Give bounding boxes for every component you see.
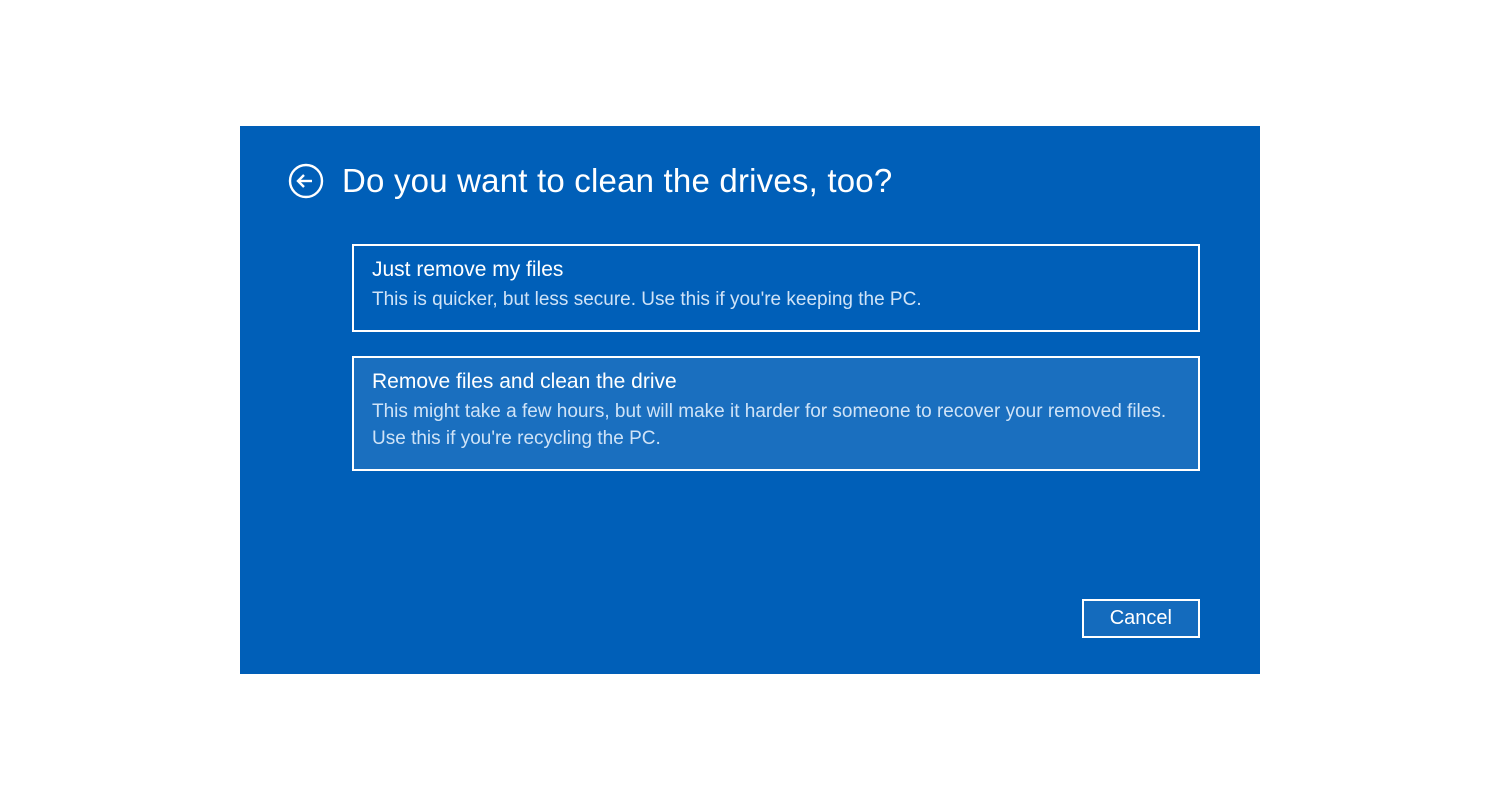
option-just-remove-files[interactable]: Just remove my files This is quicker, bu… xyxy=(352,244,1200,332)
cancel-button[interactable]: Cancel xyxy=(1082,599,1200,638)
reset-dialog: Do you want to clean the drives, too? Ju… xyxy=(240,126,1260,674)
back-arrow-icon[interactable] xyxy=(288,163,324,199)
option-title: Just remove my files xyxy=(372,258,1180,282)
option-description: This might take a few hours, but will ma… xyxy=(372,398,1180,453)
dialog-title: Do you want to clean the drives, too? xyxy=(342,162,892,200)
option-clean-drive[interactable]: Remove files and clean the drive This mi… xyxy=(352,356,1200,471)
dialog-footer: Cancel xyxy=(288,599,1212,644)
option-title: Remove files and clean the drive xyxy=(372,370,1180,394)
option-description: This is quicker, but less secure. Use th… xyxy=(372,286,1180,314)
options-list: Just remove my files This is quicker, bu… xyxy=(352,244,1200,471)
dialog-header: Do you want to clean the drives, too? xyxy=(288,162,1212,200)
